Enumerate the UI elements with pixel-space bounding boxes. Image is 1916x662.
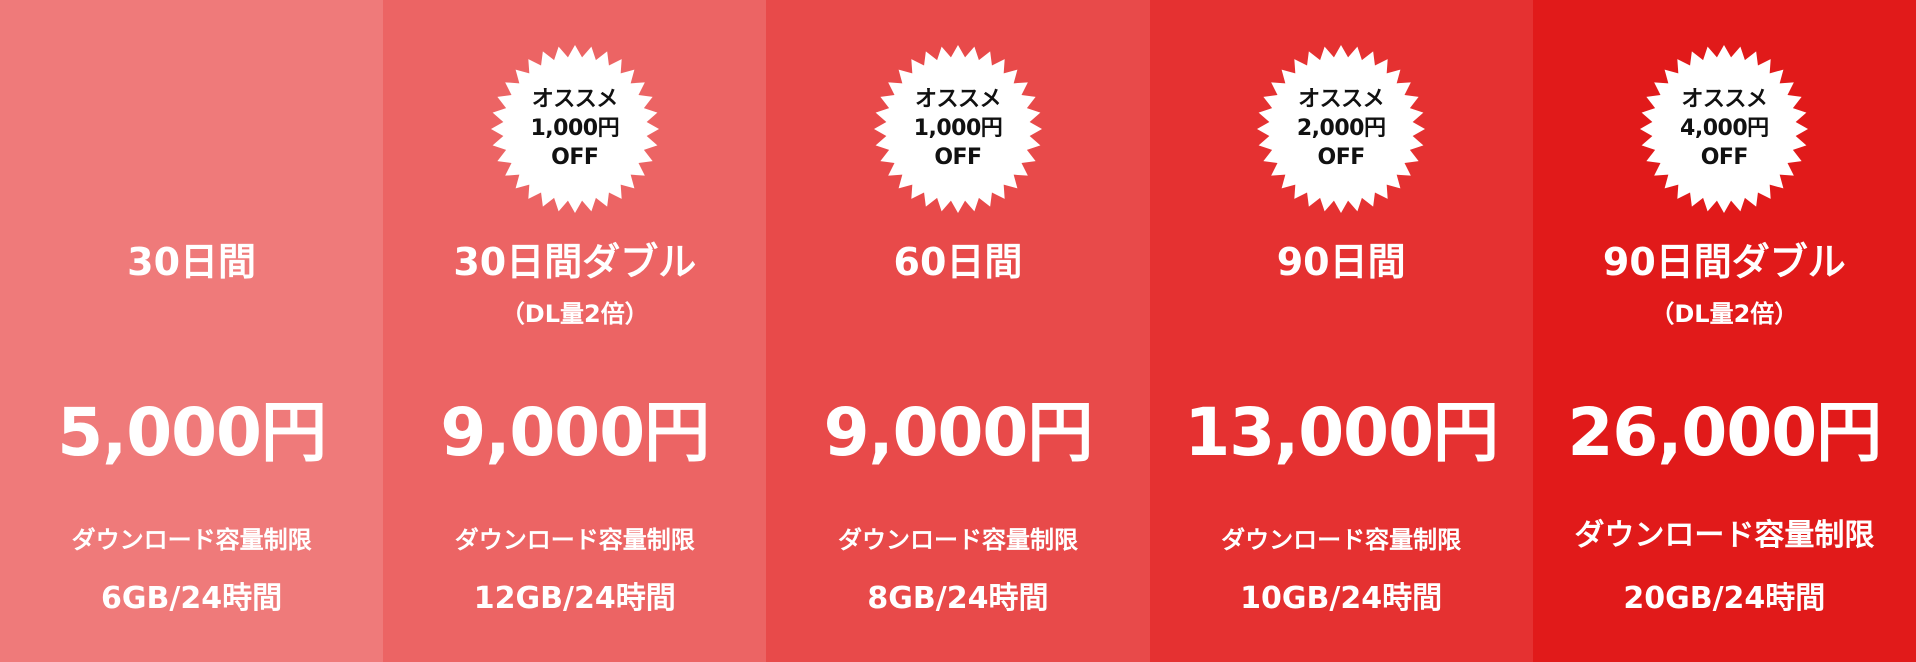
plan-card-90-days[interactable]: オススメ 2,000円 OFF 90日間 13,000円 ダウンロード容量制限 … (1149, 0, 1533, 662)
plan-card-90-days-double[interactable]: オススメ 4,000円 OFF 90日間ダブル （DL量2倍） 26,000円 … (1532, 0, 1916, 662)
plan-price: 9,000円 (823, 394, 1094, 471)
download-limit-label: ダウンロード容量制限 (1221, 526, 1462, 554)
plan-name: 60日間 (893, 240, 1023, 284)
download-limit-value: 6GB/24時間 (101, 581, 283, 616)
download-limit-label: ダウンロード容量制限 (837, 526, 1078, 554)
plan-note: （DL量2倍） (500, 300, 649, 328)
plan-price: 26,000円 (1567, 394, 1883, 471)
download-limit-value: 20GB/24時間 (1623, 581, 1826, 616)
badge-off-text: OFF (934, 145, 982, 170)
badge-recommend-text: オススメ (1681, 87, 1768, 112)
pricing-plans: 30日間 5,000円 ダウンロード容量制限 6GB/24時間 オススメ 1,0… (0, 0, 1916, 662)
badge-recommend-text: オススメ (1298, 87, 1385, 112)
recommended-discount-badge: オススメ 1,000円 OFF (872, 43, 1044, 215)
download-limit-label: ダウンロード容量制限 (1574, 518, 1875, 553)
badge-off-text: OFF (1317, 145, 1366, 170)
plan-card-30-days[interactable]: 30日間 5,000円 ダウンロード容量制限 6GB/24時間 (0, 0, 384, 662)
download-limit-value: 10GB/24時間 (1240, 581, 1443, 616)
download-limit-label: ダウンロード容量制限 (454, 526, 695, 554)
plan-name: 90日間ダブル (1602, 240, 1846, 284)
badge-discount-amount: 4,000円 (1680, 116, 1769, 141)
download-limit-label: ダウンロード容量制限 (71, 526, 312, 554)
plan-card-30-days-double[interactable]: オススメ 1,000円 OFF 30日間ダブル （DL量2倍） 9,000円 ダ… (383, 0, 767, 662)
badge-discount-amount: 2,000円 (1296, 116, 1386, 141)
badge-off-text: OFF (1700, 145, 1749, 170)
badge-discount-amount: 1,000円 (913, 116, 1003, 141)
plan-name: 30日間 (127, 240, 257, 284)
plan-card-60-days[interactable]: オススメ 1,000円 OFF 60日間 9,000円 ダウンロード容量制限 8… (766, 0, 1150, 662)
plan-note: （DL量2倍） (1650, 300, 1799, 328)
badge-discount-amount: 1,000円 (530, 116, 620, 141)
download-limit-value: 12GB/24時間 (473, 581, 676, 616)
download-limit-value: 8GB/24時間 (867, 581, 1049, 616)
badge-recommend-text: オススメ (914, 87, 1002, 112)
recommended-discount-badge: オススメ 4,000円 OFF (1638, 43, 1810, 215)
plan-name: 90日間 (1276, 240, 1406, 284)
badge-recommend-text: オススメ (531, 87, 619, 112)
plan-price: 9,000円 (440, 394, 710, 471)
plan-name: 30日間ダブル (453, 240, 697, 284)
plan-price: 5,000円 (57, 394, 327, 471)
plan-price: 13,000円 (1184, 394, 1499, 471)
recommended-discount-badge: オススメ 1,000円 OFF (489, 43, 661, 215)
recommended-discount-badge: オススメ 2,000円 OFF (1255, 43, 1427, 215)
badge-off-text: OFF (551, 145, 599, 170)
